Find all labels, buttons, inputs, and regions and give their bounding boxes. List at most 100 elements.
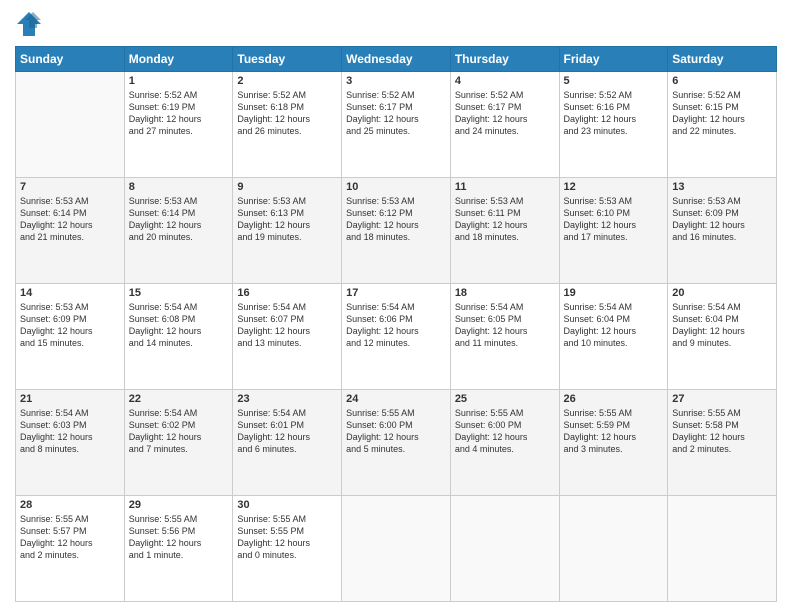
calendar-cell: 13 Sunrise: 5:53 AM Sunset: 6:09 PM Dayli… xyxy=(668,178,777,284)
day-info: Sunrise: 5:54 AM Sunset: 6:08 PM Dayligh… xyxy=(129,301,229,350)
day-info: Sunrise: 5:53 AM Sunset: 6:13 PM Dayligh… xyxy=(237,195,337,244)
day-info: Sunrise: 5:52 AM Sunset: 6:19 PM Dayligh… xyxy=(129,89,229,138)
day-number: 28 xyxy=(20,499,120,511)
calendar-cell xyxy=(16,72,125,178)
day-number: 6 xyxy=(672,75,772,87)
day-number: 22 xyxy=(129,393,229,405)
calendar-cell: 17 Sunrise: 5:54 AM Sunset: 6:06 PM Dayli… xyxy=(342,284,451,390)
col-wednesday: Wednesday xyxy=(342,47,451,72)
day-number: 13 xyxy=(672,181,772,193)
day-number: 3 xyxy=(346,75,446,87)
calendar-cell: 25Sunrise: 5:55 AM Sunset: 6:00 PM Dayli… xyxy=(450,390,559,496)
day-number: 27 xyxy=(672,393,772,405)
day-number: 1 xyxy=(129,75,229,87)
day-info: Sunrise: 5:52 AM Sunset: 6:18 PM Dayligh… xyxy=(237,89,337,138)
col-monday: Monday xyxy=(124,47,233,72)
calendar-cell: 2 Sunrise: 5:52 AM Sunset: 6:18 PM Daylig… xyxy=(233,72,342,178)
calendar-cell: 30 Sunrise: 5:55 AM Sunset: 5:55 PM Dayli… xyxy=(233,496,342,602)
day-info: Sunrise: 5:54 AM Sunset: 6:03 PM Dayligh… xyxy=(20,407,120,456)
day-info: Sunrise: 5:53 AM Sunset: 6:09 PM Dayligh… xyxy=(20,301,120,350)
col-thursday: Thursday xyxy=(450,47,559,72)
day-number: 16 xyxy=(237,287,337,299)
calendar-cell: 6 Sunrise: 5:52 AM Sunset: 6:15 PM Daylig… xyxy=(668,72,777,178)
day-info: Sunrise: 5:54 AM Sunset: 6:02 PM Dayligh… xyxy=(129,407,229,456)
day-number: 20 xyxy=(672,287,772,299)
day-number: 14 xyxy=(20,287,120,299)
calendar-cell: 12 Sunrise: 5:53 AM Sunset: 6:10 PM Dayli… xyxy=(559,178,668,284)
day-number: 24 xyxy=(346,393,446,405)
calendar-cell: 23Sunrise: 5:54 AM Sunset: 6:01 PM Dayli… xyxy=(233,390,342,496)
calendar-cell: 20 Sunrise: 5:54 AM Sunset: 6:04 PM Dayli… xyxy=(668,284,777,390)
day-number: 10 xyxy=(346,181,446,193)
col-friday: Friday xyxy=(559,47,668,72)
day-number: 25 xyxy=(455,393,555,405)
day-number: 23 xyxy=(237,393,337,405)
calendar-cell: 14 Sunrise: 5:53 AM Sunset: 6:09 PM Dayli… xyxy=(16,284,125,390)
day-info: Sunrise: 5:52 AM Sunset: 6:15 PM Dayligh… xyxy=(672,89,772,138)
calendar-cell xyxy=(342,496,451,602)
day-number: 18 xyxy=(455,287,555,299)
calendar-cell: 3 Sunrise: 5:52 AM Sunset: 6:17 PM Daylig… xyxy=(342,72,451,178)
day-number: 9 xyxy=(237,181,337,193)
col-saturday: Saturday xyxy=(668,47,777,72)
day-info: Sunrise: 5:55 AM Sunset: 5:57 PM Dayligh… xyxy=(20,513,120,562)
calendar-cell: 19Sunrise: 5:54 AM Sunset: 6:04 PM Dayli… xyxy=(559,284,668,390)
day-info: Sunrise: 5:54 AM Sunset: 6:07 PM Dayligh… xyxy=(237,301,337,350)
calendar-cell: 10 Sunrise: 5:53 AM Sunset: 6:12 PM Dayli… xyxy=(342,178,451,284)
day-number: 7 xyxy=(20,181,120,193)
day-info: Sunrise: 5:53 AM Sunset: 6:09 PM Dayligh… xyxy=(672,195,772,244)
day-info: Sunrise: 5:55 AM Sunset: 5:59 PM Dayligh… xyxy=(564,407,664,456)
calendar-cell: 26Sunrise: 5:55 AM Sunset: 5:59 PM Dayli… xyxy=(559,390,668,496)
calendar-week-row: 21 Sunrise: 5:54 AM Sunset: 6:03 PM Dayli… xyxy=(16,390,777,496)
calendar-cell: 5 Sunrise: 5:52 AM Sunset: 6:16 PM Daylig… xyxy=(559,72,668,178)
calendar-cell: 8Sunrise: 5:53 AM Sunset: 6:14 PM Daylig… xyxy=(124,178,233,284)
day-info: Sunrise: 5:53 AM Sunset: 6:10 PM Dayligh… xyxy=(564,195,664,244)
calendar-cell: 29 Sunrise: 5:55 AM Sunset: 5:56 PM Dayli… xyxy=(124,496,233,602)
day-info: Sunrise: 5:55 AM Sunset: 5:58 PM Dayligh… xyxy=(672,407,772,456)
page: Sunday Monday Tuesday Wednesday Thursday… xyxy=(0,0,792,612)
day-info: Sunrise: 5:53 AM Sunset: 6:14 PM Dayligh… xyxy=(20,195,120,244)
day-info: Sunrise: 5:52 AM Sunset: 6:16 PM Dayligh… xyxy=(564,89,664,138)
calendar-cell: 16 Sunrise: 5:54 AM Sunset: 6:07 PM Dayli… xyxy=(233,284,342,390)
day-number: 2 xyxy=(237,75,337,87)
calendar-cell: 28 Sunrise: 5:55 AM Sunset: 5:57 PM Dayli… xyxy=(16,496,125,602)
calendar-cell: 7 Sunrise: 5:53 AM Sunset: 6:14 PM Daylig… xyxy=(16,178,125,284)
calendar-cell: 11 Sunrise: 5:53 AM Sunset: 6:11 PM Dayli… xyxy=(450,178,559,284)
calendar-cell: 24 Sunrise: 5:55 AM Sunset: 6:00 PM Dayli… xyxy=(342,390,451,496)
calendar-week-row: 28 Sunrise: 5:55 AM Sunset: 5:57 PM Dayli… xyxy=(16,496,777,602)
day-number: 5 xyxy=(564,75,664,87)
calendar-cell: 15 Sunrise: 5:54 AM Sunset: 6:08 PM Dayli… xyxy=(124,284,233,390)
calendar-header-row: Sunday Monday Tuesday Wednesday Thursday… xyxy=(16,47,777,72)
day-number: 4 xyxy=(455,75,555,87)
day-info: Sunrise: 5:54 AM Sunset: 6:05 PM Dayligh… xyxy=(455,301,555,350)
day-number: 17 xyxy=(346,287,446,299)
day-number: 30 xyxy=(237,499,337,511)
day-info: Sunrise: 5:54 AM Sunset: 6:06 PM Dayligh… xyxy=(346,301,446,350)
day-number: 29 xyxy=(129,499,229,511)
calendar-week-row: 14 Sunrise: 5:53 AM Sunset: 6:09 PM Dayli… xyxy=(16,284,777,390)
calendar: Sunday Monday Tuesday Wednesday Thursday… xyxy=(15,46,777,602)
day-info: Sunrise: 5:53 AM Sunset: 6:11 PM Dayligh… xyxy=(455,195,555,244)
day-info: Sunrise: 5:54 AM Sunset: 6:04 PM Dayligh… xyxy=(672,301,772,350)
day-number: 12 xyxy=(564,181,664,193)
day-number: 15 xyxy=(129,287,229,299)
calendar-cell: 27 Sunrise: 5:55 AM Sunset: 5:58 PM Dayli… xyxy=(668,390,777,496)
calendar-cell: 21 Sunrise: 5:54 AM Sunset: 6:03 PM Dayli… xyxy=(16,390,125,496)
logo xyxy=(15,10,47,38)
calendar-cell: 1 Sunrise: 5:52 AM Sunset: 6:19 PM Daylig… xyxy=(124,72,233,178)
calendar-cell xyxy=(559,496,668,602)
day-number: 19 xyxy=(564,287,664,299)
day-info: Sunrise: 5:55 AM Sunset: 6:00 PM Dayligh… xyxy=(346,407,446,456)
day-info: Sunrise: 5:55 AM Sunset: 5:56 PM Dayligh… xyxy=(129,513,229,562)
day-info: Sunrise: 5:52 AM Sunset: 6:17 PM Dayligh… xyxy=(346,89,446,138)
day-number: 11 xyxy=(455,181,555,193)
calendar-cell: 18 Sunrise: 5:54 AM Sunset: 6:05 PM Dayli… xyxy=(450,284,559,390)
calendar-cell xyxy=(450,496,559,602)
logo-icon xyxy=(15,10,43,38)
day-info: Sunrise: 5:53 AM Sunset: 6:12 PM Dayligh… xyxy=(346,195,446,244)
calendar-cell: 4Sunrise: 5:52 AM Sunset: 6:17 PM Daylig… xyxy=(450,72,559,178)
day-info: Sunrise: 5:55 AM Sunset: 5:55 PM Dayligh… xyxy=(237,513,337,562)
calendar-cell: 9 Sunrise: 5:53 AM Sunset: 6:13 PM Daylig… xyxy=(233,178,342,284)
calendar-cell xyxy=(668,496,777,602)
day-number: 21 xyxy=(20,393,120,405)
